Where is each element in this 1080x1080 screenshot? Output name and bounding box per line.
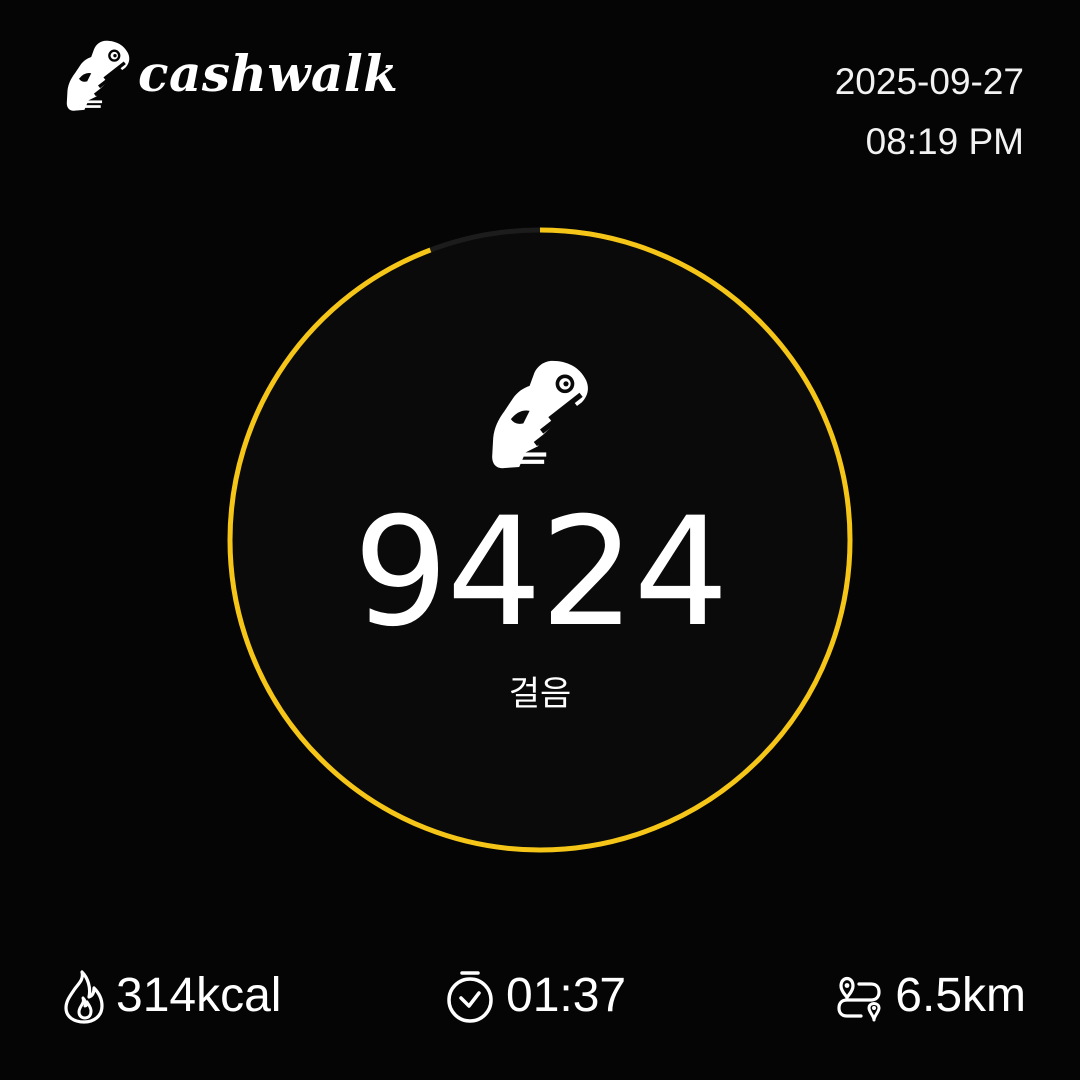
stopwatch-icon xyxy=(447,971,493,1023)
steps-ring: 9424 걸음 xyxy=(226,226,854,854)
brand: cashwalk xyxy=(64,38,398,114)
steps-count: 9424 xyxy=(353,486,729,660)
calories-value: 314kcal xyxy=(116,969,282,1022)
distance-value: 6.5km xyxy=(895,969,1026,1022)
time-text: 08:19 PM xyxy=(865,121,1024,162)
date-text: 2025-09-27 xyxy=(834,61,1024,102)
sneaker-icon xyxy=(66,40,130,111)
duration-stat: 01:37 xyxy=(442,964,626,1028)
distance-stat: 6.5km xyxy=(831,964,1026,1028)
flame-icon xyxy=(64,970,104,1024)
watch-screen: cashwalk 2025-09-27 08:19 PM 9424 걸음 314… xyxy=(0,0,1080,1080)
ring-center: 9424 걸음 xyxy=(226,226,854,854)
calories-stat: 314kcal xyxy=(60,964,281,1028)
sneaker-icon xyxy=(492,360,588,469)
duration-value: 01:37 xyxy=(506,969,627,1022)
brand-name: cashwalk xyxy=(138,44,399,103)
steps-unit-label: 걸음 xyxy=(508,674,572,714)
datetime: 2025-09-27 08:19 PM xyxy=(835,52,1024,172)
route-icon xyxy=(837,976,881,1022)
